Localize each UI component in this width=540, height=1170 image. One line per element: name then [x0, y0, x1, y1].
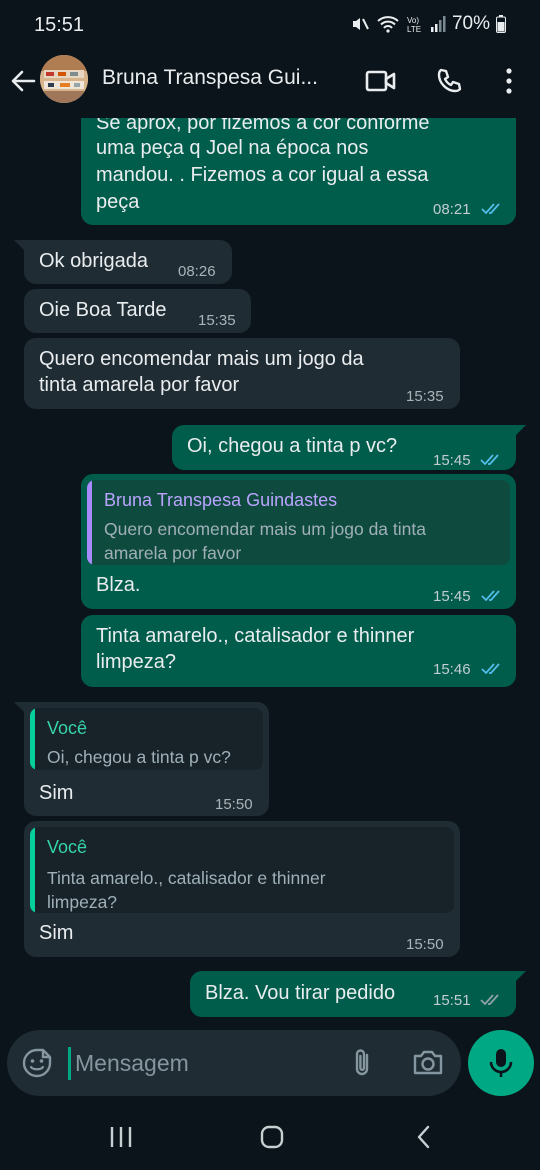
chat-area[interactable]: Se aprox, por fizemos a cor conforme uma…: [0, 118, 540, 1028]
back-button[interactable]: [8, 66, 38, 96]
quote-text: Oi, chegou a tinta p vc?: [47, 747, 231, 767]
message-time: 15:35: [406, 388, 444, 405]
chat-header: Bruna Transpesa Gui...: [0, 52, 540, 118]
quoted-message[interactable]: Você Oi, chegou a tinta p vc?: [30, 708, 263, 770]
phone-icon: [437, 68, 462, 93]
quoted-message[interactable]: Você Tinta amarelo., catalisador e thinn…: [30, 827, 454, 913]
quote-text: amarela por favor: [104, 543, 242, 563]
status-time: 15:51: [34, 14, 85, 36]
mic-icon: [489, 1049, 513, 1077]
camera-icon: [413, 1050, 443, 1075]
mute-icon: [352, 18, 369, 30]
attach-icon: [355, 1049, 369, 1076]
quote-author: Você: [47, 837, 88, 857]
message-time: 15:50: [406, 936, 444, 953]
message-time: 15:45: [433, 588, 471, 605]
battery-percent: 70%: [451, 13, 490, 34]
quote-author: Bruna Transpesa Guindastes: [104, 490, 338, 510]
more-icon: [506, 68, 512, 94]
home-icon: [260, 1125, 284, 1149]
text-cursor: [68, 1047, 71, 1080]
camera-button[interactable]: [411, 1046, 445, 1080]
message-incoming[interactable]: Você Oi, chegou a tinta p vc? Sim 15:50: [24, 702, 269, 816]
read-ticks-icon: [481, 590, 500, 602]
message-composer: [7, 1030, 461, 1096]
message-time: 15:50: [215, 796, 253, 813]
quote-text: limpeza?: [47, 892, 118, 912]
message-time: 15:46: [433, 661, 471, 678]
read-ticks-icon: [481, 203, 500, 215]
video-call-button[interactable]: [364, 64, 398, 98]
avatar-image: [40, 55, 88, 103]
video-call-icon: [365, 70, 396, 92]
message-text: tinta amarela por favor: [39, 374, 240, 396]
quote-text: Quero encomendar mais um jogo da tinta: [104, 519, 426, 539]
message-text: Ok obrigada: [39, 250, 148, 272]
voice-message-button[interactable]: [468, 1030, 534, 1096]
chevron-left-icon: [417, 1125, 430, 1149]
message-outgoing[interactable]: Tinta amarelo., catalisador e thinner li…: [81, 615, 516, 687]
status-icons: Vo) LTE 70%: [350, 13, 506, 35]
svg-text:Vo): Vo): [407, 16, 419, 25]
message-incoming[interactable]: Você Tinta amarelo., catalisador e thinn…: [24, 821, 460, 957]
message-time: 08:21: [433, 201, 471, 218]
message-text: Oi, chegou a tinta p vc?: [187, 435, 398, 457]
message-outgoing[interactable]: Bruna Transpesa Guindastes Quero encomen…: [81, 474, 516, 609]
message-time: 15:45: [433, 452, 471, 469]
message-time: 15:35: [198, 312, 236, 329]
signal-icon: [430, 16, 446, 32]
wifi-icon: [377, 16, 399, 33]
svg-text:LTE: LTE: [407, 25, 421, 34]
recents-icon: [110, 1127, 132, 1147]
message-text: limpeza?: [96, 651, 177, 673]
avatar[interactable]: [40, 55, 88, 103]
system-nav-bar: [0, 1100, 540, 1170]
status-bar: 15:51 Vo) LTE 70%: [0, 0, 540, 52]
quoted-message[interactable]: Bruna Transpesa Guindastes Quero encomen…: [87, 480, 510, 565]
quote-bar: [30, 708, 35, 770]
quote-author: Você: [47, 718, 88, 738]
message-text: mandou. . Fizemos a cor igual a essa: [96, 164, 429, 186]
message-outgoing[interactable]: Blza. Vou tirar pedido 15:51: [190, 971, 516, 1017]
message-incoming[interactable]: Ok obrigada 08:26: [24, 240, 232, 284]
attach-button[interactable]: [348, 1047, 378, 1079]
message-time: 08:26: [178, 263, 216, 280]
message-incoming[interactable]: Oie Boa Tarde 15:35: [24, 289, 251, 333]
delivered-ticks-icon: [480, 994, 499, 1006]
more-options-button[interactable]: [492, 64, 526, 98]
quote-bar: [87, 480, 92, 565]
message-outgoing[interactable]: Se aprox, por fizemos a cor conforme uma…: [81, 118, 516, 225]
message-text: peça: [96, 191, 140, 213]
read-ticks-icon: [481, 663, 500, 675]
volte-icon: Vo)LTE: [407, 16, 421, 34]
message-text: Blza.: [96, 574, 141, 596]
message-incoming[interactable]: Quero encomendar mais um jogo da tinta a…: [24, 338, 460, 409]
message-text: Tinta amarelo., catalisador e thinner: [96, 625, 415, 647]
message-text: Blza. Vou tirar pedido: [205, 982, 396, 1004]
message-time: 15:51: [433, 992, 471, 1009]
message-text: Quero encomendar mais um jogo da: [39, 348, 364, 370]
message-text: Sim: [39, 782, 74, 804]
battery-icon: [496, 15, 506, 33]
voice-call-button[interactable]: [432, 64, 466, 98]
emoji-icon: [22, 1048, 52, 1078]
message-outgoing[interactable]: Oi, chegou a tinta p vc? 15:45: [172, 425, 516, 470]
emoji-button[interactable]: [21, 1047, 53, 1079]
read-ticks-icon: [480, 454, 499, 466]
back-arrow-icon: [11, 70, 36, 92]
message-input[interactable]: [75, 1048, 325, 1078]
message-text: Sim: [39, 922, 74, 944]
contact-name[interactable]: Bruna Transpesa Gui...: [102, 66, 347, 90]
message-text: uma peça q Joel na época nos: [96, 137, 369, 159]
quote-bar: [30, 827, 35, 913]
system-back-button[interactable]: [404, 1122, 444, 1152]
message-text: Oie Boa Tarde: [39, 299, 167, 321]
quote-text: Tinta amarelo., catalisador e thinner: [47, 868, 326, 888]
recents-button[interactable]: [101, 1122, 141, 1152]
home-button[interactable]: [252, 1122, 292, 1152]
